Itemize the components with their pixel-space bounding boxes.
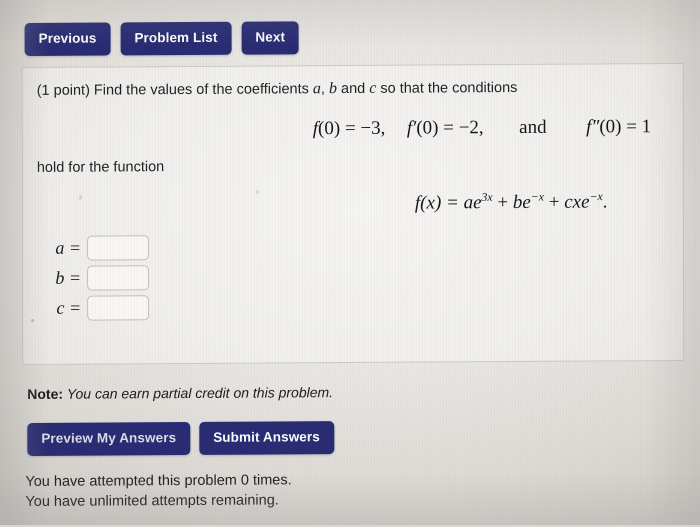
function-plus-1: +: [493, 192, 513, 213]
problem-points-prefix: (1 point) Find the values of the coeffic…: [37, 81, 309, 99]
answer-label-a: a =: [35, 237, 87, 258]
attempts-used-text: You have attempted this problem 0 times.: [25, 470, 291, 492]
coefficient-b-ref: b: [329, 80, 337, 97]
photo-speck: [31, 319, 34, 322]
function-definition-equation: f(x) = ae3x + be−x + cxe−x.: [415, 191, 608, 214]
function-period: .: [603, 191, 608, 212]
partial-credit-note: Note: You can earn partial credit on thi…: [27, 384, 333, 402]
coefficient-c-ref: c: [369, 80, 376, 97]
problem-prompt-suffix: so that the conditions: [380, 80, 517, 97]
answer-input-b[interactable]: [87, 265, 149, 290]
comma-separator: ,: [321, 81, 325, 97]
condition-3-argument: (0) = 1: [599, 116, 651, 137]
preview-my-answers-button[interactable]: Preview My Answers: [27, 422, 190, 455]
next-button[interactable]: Next: [241, 21, 299, 54]
answer-row-c: c =: [35, 292, 149, 323]
and-word: and: [341, 81, 365, 97]
conditions-equation: f(0) = −3, f′(0) = −2, and f″(0) = 1: [313, 116, 651, 140]
function-lhs-argument: (x) =: [420, 192, 463, 213]
note-text: You can earn partial credit on this prob…: [67, 384, 333, 402]
function-term-2-exponent: −x: [531, 190, 544, 203]
answer-input-a[interactable]: [87, 235, 149, 260]
problem-navigation-bar: Previous Problem List Next: [25, 21, 300, 55]
condition-3-prime: ″: [591, 116, 599, 137]
function-term-1-coefficient: ae: [464, 192, 482, 213]
answer-label-b: b =: [35, 267, 87, 288]
answer-input-c[interactable]: [87, 295, 149, 320]
function-plus-2: +: [544, 192, 564, 213]
photo-speck: [79, 195, 82, 200]
function-term-1-exponent: 3x: [482, 191, 493, 204]
submit-answers-button[interactable]: Submit Answers: [199, 421, 334, 454]
function-term-3-coefficient: cxe: [564, 192, 589, 213]
function-term-2-coefficient: be: [513, 192, 531, 213]
answer-action-bar: Preview My Answers Submit Answers: [27, 421, 334, 455]
answer-row-b: b =: [35, 262, 149, 293]
photo-speck: [256, 190, 259, 194]
condition-1-argument: (0) = −3,: [318, 118, 385, 139]
conditions-joiner: and: [519, 117, 546, 138]
note-label: Note:: [27, 386, 63, 402]
answer-fields-group: a = b = c =: [35, 232, 149, 323]
attempts-status: You have attempted this problem 0 times.…: [25, 470, 291, 512]
problem-statement: (1 point) Find the values of the coeffic…: [37, 79, 518, 100]
attempts-remaining-text: You have unlimited attempts remaining.: [25, 490, 291, 512]
answer-row-a: a =: [35, 232, 149, 263]
problem-panel: (1 point) Find the values of the coeffic…: [22, 63, 685, 365]
condition-2-argument: (0) = −2,: [416, 117, 483, 138]
problem-list-button[interactable]: Problem List: [120, 22, 231, 55]
function-term-3-exponent: −x: [589, 190, 602, 203]
answer-label-c: c =: [35, 297, 87, 318]
previous-button[interactable]: Previous: [25, 22, 111, 55]
hold-for-function-text: hold for the function: [37, 159, 164, 176]
